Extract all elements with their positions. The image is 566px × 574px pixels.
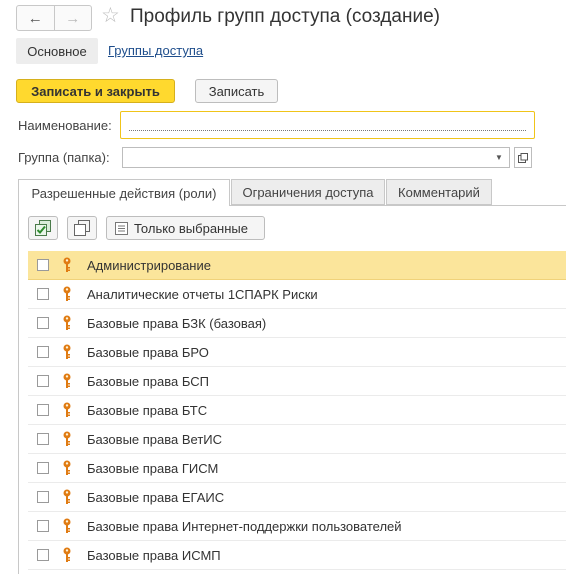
role-key-icon	[63, 402, 71, 417]
role-checkbox[interactable]	[37, 433, 49, 445]
role-label: Базовые права БРО	[87, 345, 209, 360]
role-label: Базовые права БЗК (базовая)	[87, 316, 267, 331]
back-arrow-icon[interactable]: ←	[17, 6, 54, 30]
name-label: Наименование:	[18, 118, 112, 133]
role-key-icon	[63, 518, 71, 533]
check-all-icon	[35, 220, 51, 236]
role-label: Базовые права Интернет-поддержки пользов…	[87, 519, 402, 534]
roles-list: Администрирование Аналитические отчеты 1С…	[28, 251, 566, 570]
role-row[interactable]: Базовые права БСП	[28, 367, 566, 396]
uncheck-all-button[interactable]	[67, 216, 97, 240]
open-form-icon[interactable]	[514, 147, 532, 168]
page-title: Профиль групп доступа (создание)	[130, 6, 440, 27]
role-row[interactable]: Базовые права ИСМП	[28, 541, 566, 570]
panel-border	[18, 205, 19, 574]
role-row[interactable]: Базовые права БРО	[28, 338, 566, 367]
role-checkbox[interactable]	[37, 259, 49, 271]
role-row[interactable]: Базовые права ЕГАИС	[28, 483, 566, 512]
role-label: Базовые права ГИСМ	[87, 461, 219, 476]
tab-divider	[230, 205, 566, 206]
role-checkbox[interactable]	[37, 288, 49, 300]
role-checkbox[interactable]	[37, 404, 49, 416]
role-label: Администрирование	[87, 258, 211, 273]
group-label: Группа (папка):	[18, 150, 110, 165]
dropdown-arrow-icon[interactable]: ▼	[489, 147, 510, 168]
role-key-icon	[63, 431, 71, 446]
role-row[interactable]: Базовые права ГИСМ	[28, 454, 566, 483]
save-button[interactable]: Записать	[195, 79, 278, 103]
role-label: Базовые права БТС	[87, 403, 208, 418]
tab-access-restrictions[interactable]: Ограничения доступа	[231, 179, 385, 205]
role-row[interactable]: Базовые права Интернет-поддержки пользов…	[28, 512, 566, 541]
favorite-star-icon[interactable]: ☆	[101, 4, 120, 28]
uncheck-all-icon	[74, 220, 90, 236]
navigation-buttons: ← →	[16, 5, 92, 31]
role-checkbox[interactable]	[37, 346, 49, 358]
role-key-icon	[63, 373, 71, 388]
role-checkbox[interactable]	[37, 549, 49, 561]
role-key-icon	[63, 547, 71, 562]
role-row[interactable]: Администрирование	[28, 251, 566, 280]
only-selected-button[interactable]: Только выбранные	[106, 216, 265, 240]
name-field[interactable]	[120, 111, 535, 139]
save-and-close-button[interactable]: Записать и закрыть	[16, 79, 175, 103]
role-key-icon	[63, 315, 71, 330]
role-row[interactable]: Базовые права БЗК (базовая)	[28, 309, 566, 338]
only-selected-label: Только выбранные	[134, 220, 248, 236]
section-tab-main[interactable]: Основное	[16, 38, 98, 64]
forward-arrow-icon[interactable]: →	[53, 6, 92, 30]
role-key-icon	[63, 460, 71, 475]
group-field[interactable]	[122, 147, 510, 168]
role-checkbox[interactable]	[37, 317, 49, 329]
role-row[interactable]: Базовые права БТС	[28, 396, 566, 425]
list-icon	[115, 221, 128, 235]
role-key-icon	[63, 489, 71, 504]
role-row[interactable]: Аналитические отчеты 1СПАРК Риски	[28, 280, 566, 309]
section-link-access-groups[interactable]: Группы доступа	[108, 38, 203, 64]
role-label: Аналитические отчеты 1СПАРК Риски	[87, 287, 318, 302]
role-label: Базовые права ВетИС	[87, 432, 223, 447]
role-label: Базовые права ИСМП	[87, 548, 221, 563]
role-checkbox[interactable]	[37, 375, 49, 387]
role-key-icon	[63, 286, 71, 301]
role-checkbox[interactable]	[37, 491, 49, 503]
role-key-icon	[63, 344, 71, 359]
tab-comment[interactable]: Комментарий	[386, 179, 492, 205]
role-checkbox[interactable]	[37, 520, 49, 532]
role-checkbox[interactable]	[37, 462, 49, 474]
name-field-underline	[129, 130, 526, 131]
tab-allowed-actions[interactable]: Разрешенные действия (роли)	[18, 179, 230, 206]
role-label: Базовые права ЕГАИС	[87, 490, 225, 505]
check-all-button[interactable]	[28, 216, 58, 240]
role-row[interactable]: Базовые права ВетИС	[28, 425, 566, 454]
role-label: Базовые права БСП	[87, 374, 209, 389]
role-key-icon	[63, 257, 71, 272]
